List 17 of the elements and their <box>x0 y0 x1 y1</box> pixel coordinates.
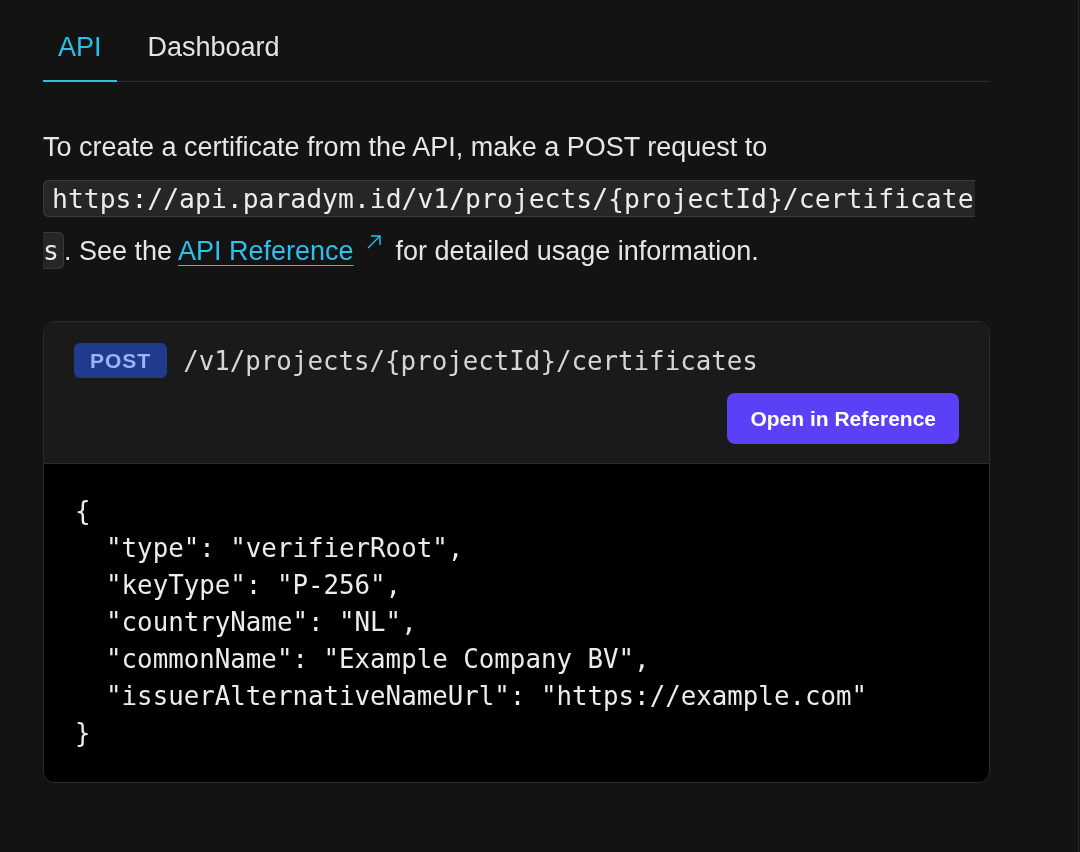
code-line: "countryName": "NL", <box>105 606 417 639</box>
code-line: } <box>75 717 91 750</box>
code-line: "commonName": "Example Company BV", <box>105 643 650 676</box>
code-line: "issuerAlternativeNameUrl": "https://example.com" <box>105 680 868 713</box>
tab[interactable]: Dashboard <box>132 12 295 82</box>
endpoint-path: /v1/projects/{projectId}/certificates <box>183 345 758 376</box>
endpoint-url-code: s <box>43 232 64 269</box>
code-line: "type": "verifierRoot", <box>105 532 464 565</box>
code-line: { <box>75 495 91 528</box>
open-in-reference-button[interactable]: Open in Reference <box>727 393 959 444</box>
external-arrow-icon <box>365 234 382 250</box>
intro-paragraph: To create a certificate from the API, make a POST request to https://api.paradym.id/v1/projects/{projectId}/certificate s . See the API Reference for detailed usage information. <box>43 121 990 277</box>
method-badge: POST <box>74 343 168 378</box>
tab[interactable]: API <box>43 12 117 82</box>
code-line: "keyType": "P-256", <box>105 569 402 602</box>
endpoint-url-code: https://api.paradym.id/v1/projects/{projectId}/certificate <box>43 180 975 217</box>
api-reference-link[interactable]: API Reference <box>178 236 354 266</box>
